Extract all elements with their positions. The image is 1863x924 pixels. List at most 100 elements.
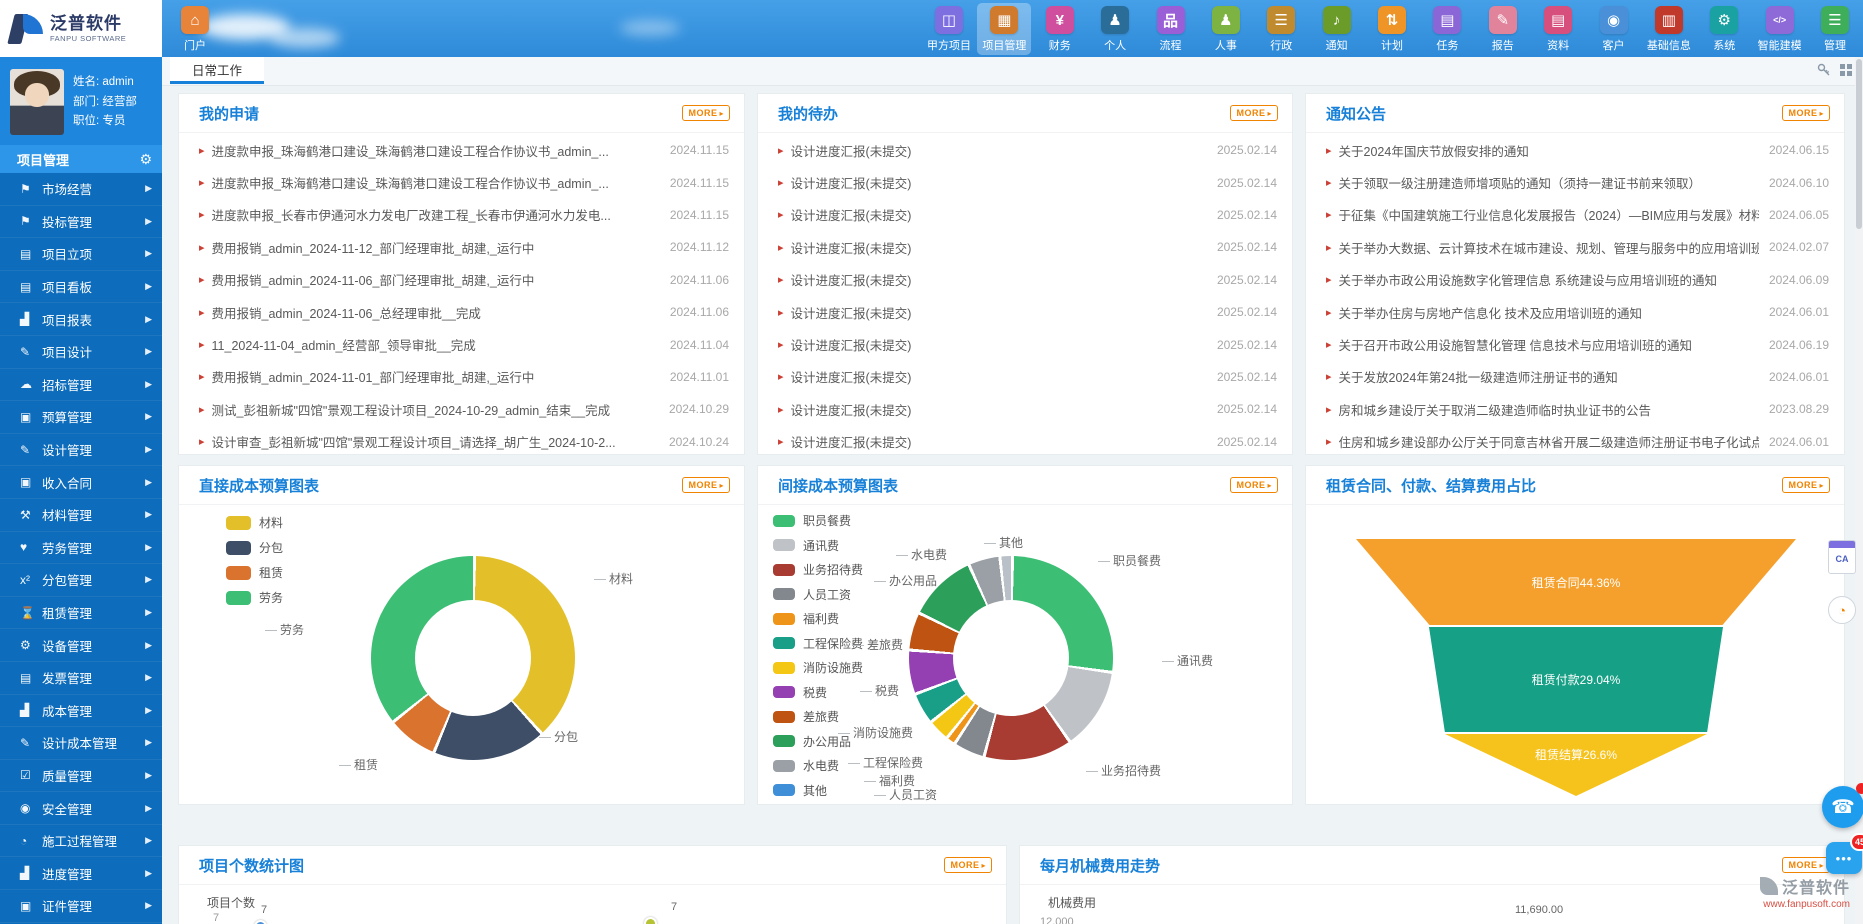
module-流程[interactable]: 品流程 <box>1144 3 1198 55</box>
list-item[interactable]: ▸进度款申报_珠海鹤港口建设_珠海鹤港口建设工程合作协议书_admin_...2… <box>199 134 729 166</box>
funnel-segment-lease-payment[interactable]: 租赁付款29.04% <box>1429 627 1723 732</box>
list-item[interactable]: ▸设计进度汇报(未提交)2025.02.14 <box>778 199 1277 231</box>
legend-item-劳务[interactable]: 劳务 <box>226 589 283 606</box>
list-item[interactable]: ▸设计进度汇报(未提交)2025.02.14 <box>778 393 1277 425</box>
more-button[interactable]: MORE <box>1230 477 1278 493</box>
legend-item-其他[interactable]: 其他 <box>773 782 863 799</box>
service-widget[interactable]: ◔ <box>1828 596 1856 624</box>
gear-icon[interactable]: ⚙ <box>139 151 152 168</box>
list-item[interactable]: ▸设计审查_彭祖新城"四馆"景观工程设计项目_请选择_胡广生_2024-10-2… <box>199 426 729 458</box>
funnel-segment-lease-contract[interactable]: 租赁合同44.36% <box>1356 539 1796 625</box>
legend-item-材料[interactable]: 材料 <box>226 514 283 531</box>
more-button[interactable]: MORE <box>682 105 730 121</box>
module-资料[interactable]: ▤资料 <box>1531 3 1585 55</box>
sidebar-item-收入合同[interactable]: ▣收入合同▶ <box>0 466 162 499</box>
list-item[interactable]: ▸设计进度汇报(未提交)2025.02.14 <box>778 264 1277 296</box>
legend-item-职员餐费[interactable]: 职员餐费 <box>773 512 863 529</box>
list-item[interactable]: ▸关于举办住房与房地产信息化 技术及应用培训班的通知2024.06.01 <box>1326 296 1829 328</box>
list-item[interactable]: ▸关于举办大数据、云计算技术在城市建设、规划、管理与服务中的应用培训班...20… <box>1326 231 1829 263</box>
list-item[interactable]: ▸进度款申报_珠海鹤港口建设_珠海鹤港口建设工程合作协议书_admin_...2… <box>199 166 729 198</box>
data-point[interactable] <box>254 920 267 924</box>
module-系统[interactable]: ⚙系统 <box>1697 3 1751 55</box>
module-通知[interactable]: ♪通知 <box>1310 3 1364 55</box>
key-icon[interactable] <box>1817 63 1831 77</box>
module-智能建模[interactable]: </>智能建模 <box>1753 3 1807 55</box>
legend-item-差旅费[interactable]: 差旅费 <box>773 708 863 725</box>
module-项目管理[interactable]: ▦项目管理 <box>977 3 1031 55</box>
sidebar-item-劳务管理[interactable]: ♥劳务管理▶ <box>0 532 162 565</box>
module-计划[interactable]: ⇅计划 <box>1365 3 1419 55</box>
legend-item-税费[interactable]: 税费 <box>773 684 863 701</box>
list-item[interactable]: ▸设计进度汇报(未提交)2025.02.14 <box>778 426 1277 458</box>
sidebar-item-项目立项[interactable]: ▤项目立项▶ <box>0 238 162 271</box>
sidebar-header[interactable]: 项目管理 ⚙ <box>0 145 162 173</box>
avatar[interactable] <box>10 69 64 135</box>
sidebar-item-招标管理[interactable]: ☁招标管理▶ <box>0 369 162 402</box>
list-item[interactable]: ▸关于2024年国庆节放假安排的通知2024.06.15 <box>1326 134 1829 166</box>
sidebar-item-市场经营[interactable]: ⚑市场经营▶ <box>0 173 162 206</box>
legend-item-工程保险费[interactable]: 工程保险费 <box>773 635 863 652</box>
list-item[interactable]: ▸11_2024-11-04_admin_经营部_领导审批__完成2024.11… <box>199 328 729 360</box>
sidebar-item-施工过程管理[interactable]: ◔施工过程管理▶ <box>0 825 162 858</box>
sidebar-item-质量管理[interactable]: ☑质量管理▶ <box>0 760 162 793</box>
sidebar-item-证件管理[interactable]: ▣证件管理▶ <box>0 890 162 923</box>
list-item[interactable]: ▸费用报销_admin_2024-11-06_总经理审批__完成2024.11.… <box>199 296 729 328</box>
sidebar-item-分包管理[interactable]: x²分包管理▶ <box>0 564 162 597</box>
sidebar-item-安全管理[interactable]: ◉安全管理▶ <box>0 792 162 825</box>
module-管理[interactable]: ☰管理 <box>1808 3 1862 55</box>
sidebar-item-设计成本管理[interactable]: ✎设计成本管理▶ <box>0 727 162 760</box>
module-基础信息[interactable]: ▥基础信息 <box>1642 3 1696 55</box>
legend-item-业务招待费[interactable]: 业务招待费 <box>773 561 863 578</box>
legend-item-人员工资[interactable]: 人员工资 <box>773 586 863 603</box>
more-button[interactable]: MORE <box>1782 105 1830 121</box>
legend-item-通讯费[interactable]: 通讯费 <box>773 537 863 554</box>
module-财务[interactable]: ¥财务 <box>1033 3 1087 55</box>
module-人事[interactable]: ♟人事 <box>1199 3 1253 55</box>
more-button[interactable]: MORE <box>1230 105 1278 121</box>
sidebar-item-材料管理[interactable]: ⚒材料管理▶ <box>0 499 162 532</box>
list-item[interactable]: ▸设计进度汇报(未提交)2025.02.14 <box>778 134 1277 166</box>
ca-certificate-widget[interactable]: CA <box>1828 540 1856 574</box>
indirect-cost-donut-chart[interactable] <box>909 556 1113 760</box>
more-button[interactable]: MORE <box>944 857 992 873</box>
sidebar-item-租赁管理[interactable]: ⌛租赁管理▶ <box>0 597 162 630</box>
list-item[interactable]: ▸关于发放2024年第24批一级建造师注册证书的通知2024.06.01 <box>1326 361 1829 393</box>
sidebar-item-项目设计[interactable]: ✎项目设计▶ <box>0 336 162 369</box>
tab-daily-work[interactable]: 日常工作 <box>170 57 264 84</box>
sidebar-item-发票管理[interactable]: ▤发票管理▶ <box>0 662 162 695</box>
more-button[interactable]: MORE <box>682 477 730 493</box>
module-报告[interactable]: ✎报告 <box>1476 3 1530 55</box>
list-item[interactable]: ▸设计进度汇报(未提交)2025.02.14 <box>778 361 1277 393</box>
legend-item-福利费[interactable]: 福利费 <box>773 610 863 627</box>
module-甲方项目[interactable]: ◫甲方项目 <box>922 3 976 55</box>
portal-button[interactable]: ⌂ 门户 <box>168 3 222 55</box>
list-item[interactable]: ▸房和城乡建设厅关于取消二级建造师临时执业证书的公告2023.08.29 <box>1326 393 1829 425</box>
more-button[interactable]: MORE <box>1782 477 1830 493</box>
scrollbar-thumb[interactable] <box>1856 59 1862 229</box>
sidebar-item-进度管理[interactable]: ▟进度管理▶ <box>0 857 162 890</box>
module-客户[interactable]: ◉客户 <box>1587 3 1641 55</box>
list-item[interactable]: ▸设计进度汇报(未提交)2025.02.14 <box>778 166 1277 198</box>
module-任务[interactable]: ▤任务 <box>1420 3 1474 55</box>
list-item[interactable]: ▸住房和城乡建设部办公厅关于同意吉林省开展二级建造师注册证书电子化试点...20… <box>1326 426 1829 458</box>
list-item[interactable]: ▸费用报销_admin_2024-11-01_部门经理审批_胡建,_运行中202… <box>199 361 729 393</box>
legend-item-分包[interactable]: 分包 <box>226 539 283 556</box>
list-item[interactable]: ▸于征集《中国建筑施工行业信息化发展报告（2024）—BIM应用与发展》材料..… <box>1326 199 1829 231</box>
list-item[interactable]: ▸设计进度汇报(未提交)2025.02.14 <box>778 328 1277 360</box>
more-button[interactable]: MORE <box>1782 857 1830 873</box>
sidebar-item-预算管理[interactable]: ▣预算管理▶ <box>0 401 162 434</box>
data-point[interactable] <box>644 917 657 924</box>
module-行政[interactable]: ☰行政 <box>1254 3 1308 55</box>
list-item[interactable]: ▸设计进度汇报(未提交)2025.02.14 <box>778 231 1277 263</box>
sidebar-item-投标管理[interactable]: ⚑投标管理▶ <box>0 206 162 239</box>
sidebar-item-项目看板[interactable]: ▤项目看板▶ <box>0 271 162 304</box>
module-个人[interactable]: ♟个人 <box>1088 3 1142 55</box>
sidebar-item-项目报表[interactable]: ▟项目报表▶ <box>0 303 162 336</box>
list-item[interactable]: ▸进度款申报_长春市伊通河水力发电厂改建工程_长春市伊通河水力发电...2024… <box>199 199 729 231</box>
list-item[interactable]: ▸费用报销_admin_2024-11-06_部门经理审批_胡建,_运行中202… <box>199 264 729 296</box>
sidebar-item-设备管理[interactable]: ⚙设备管理▶ <box>0 629 162 662</box>
list-item[interactable]: ▸关于领取一级注册建造师增项贴的通知（须持一建证书前来领取）2024.06.10 <box>1326 166 1829 198</box>
sidebar-item-成本管理[interactable]: ▟成本管理▶ <box>0 695 162 728</box>
list-item[interactable]: ▸关于举办市政公用设施数字化管理信息 系统建设与应用培训班的通知2024.06.… <box>1326 264 1829 296</box>
funnel-segment-lease-settlement[interactable]: 租赁结算26.6% <box>1445 734 1707 796</box>
